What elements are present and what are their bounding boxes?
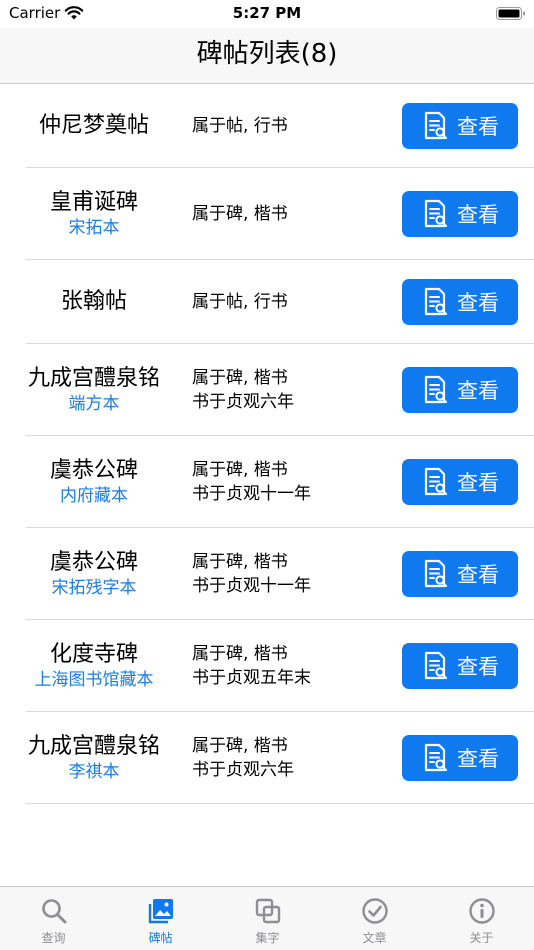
view-button[interactable]: 查看 bbox=[402, 551, 518, 597]
edition-label: 宋拓残字本 bbox=[51, 578, 137, 598]
type-style-text: 属于帖, 行书 bbox=[192, 292, 288, 312]
info-column: 属于碑, 楷书 书于贞观六年 bbox=[192, 712, 294, 804]
collage-icon bbox=[255, 898, 280, 924]
inscription-title: 化度寺碑 bbox=[49, 642, 138, 667]
tab-bar: 查询 碑帖 集字 文章 关于 bbox=[0, 886, 534, 950]
date-text: 书于贞观五年末 bbox=[192, 668, 311, 688]
edition-label: 上海图书馆藏本 bbox=[34, 670, 154, 690]
status-time: 5:27 PM bbox=[232, 4, 302, 22]
view-button-label: 查看 bbox=[457, 203, 499, 227]
document-search-icon bbox=[424, 375, 448, 404]
tab-about[interactable]: 关于 bbox=[428, 887, 534, 950]
view-button[interactable]: 查看 bbox=[402, 459, 518, 505]
tab-label: 集字 bbox=[255, 931, 280, 945]
info-column: 属于帖, 行书 bbox=[192, 260, 288, 344]
view-button[interactable]: 查看 bbox=[402, 643, 518, 689]
edition-label: 内府藏本 bbox=[60, 486, 128, 506]
view-button-label: 查看 bbox=[457, 379, 499, 403]
list-item[interactable]: 九成宫醴泉铭 端方本 属于碑, 楷书 书于贞观六年 查看 bbox=[0, 344, 534, 436]
type-style-text: 属于碑, 楷书 bbox=[192, 552, 288, 572]
info-column: 属于碑, 楷书书于贞观十一年 bbox=[192, 436, 311, 528]
document-search-icon bbox=[424, 287, 448, 316]
tab-label: 查询 bbox=[41, 931, 66, 945]
battery-icon bbox=[496, 7, 525, 20]
document-search-icon bbox=[424, 559, 448, 588]
photo-icon bbox=[148, 899, 173, 924]
name-column: 皇甫诞碑 宋拓本 bbox=[0, 168, 188, 260]
type-style-text: 属于碑, 楷书 bbox=[192, 736, 288, 756]
name-column: 化度寺碑上海图书馆藏本 bbox=[0, 620, 188, 712]
list-item[interactable]: 张翰帖 属于帖, 行书 查看 bbox=[0, 260, 534, 344]
view-button[interactable]: 查看 bbox=[402, 279, 518, 325]
info-column: 属于碑, 楷书书于贞观五年末 bbox=[192, 620, 311, 712]
date-text: 书于贞观六年 bbox=[192, 392, 294, 412]
name-column: 仲尼梦奠帖 bbox=[0, 84, 188, 168]
tab-label: 碑帖 bbox=[148, 931, 173, 945]
view-button[interactable]: 查看 bbox=[402, 735, 518, 781]
date-text: 书于贞观十一年 bbox=[192, 576, 311, 596]
tab-search[interactable]: 查询 bbox=[0, 887, 107, 950]
tab-label: 关于 bbox=[469, 931, 494, 945]
date-text: 书于贞观六年 bbox=[192, 760, 294, 780]
tab-label: 文章 bbox=[362, 931, 387, 945]
view-button-label: 查看 bbox=[457, 291, 499, 315]
edition-label: 李祺本 bbox=[68, 762, 120, 782]
type-style-text: 属于帖, 行书 bbox=[192, 116, 288, 136]
list-item[interactable]: 仲尼梦奠帖 属于帖, 行书 查看 bbox=[0, 84, 534, 168]
edition-label: 宋拓本 bbox=[68, 218, 120, 238]
inscription-title: 仲尼梦奠帖 bbox=[38, 113, 149, 138]
name-column: 虞恭公碑 宋拓残字本 bbox=[0, 528, 188, 620]
row-divider bbox=[26, 803, 534, 804]
info-column: 属于碑, 楷书 bbox=[192, 168, 288, 260]
list-item[interactable]: 皇甫诞碑 宋拓本 属于碑, 楷书 查看 bbox=[0, 168, 534, 260]
tab-collect-characters[interactable]: 集字 bbox=[214, 887, 321, 950]
list-item[interactable]: 化度寺碑 上海图书馆藏本 属于碑, 楷书 书于贞观五年末 查看 bbox=[0, 620, 534, 712]
inscription-title: 虞恭公碑 bbox=[49, 458, 138, 483]
view-button[interactable]: 查看 bbox=[402, 191, 518, 237]
status-bar: Carrier 5:27 PM bbox=[0, 0, 534, 28]
search-icon bbox=[41, 899, 66, 924]
list-item[interactable]: 九成宫醴泉铭 李祺本 属于碑, 楷书 书于贞观六年 查看 bbox=[0, 712, 534, 804]
document-search-icon bbox=[424, 651, 448, 680]
inscription-title: 张翰帖 bbox=[60, 289, 127, 314]
edition-label: 端方本 bbox=[68, 394, 120, 414]
info-column: 属于帖, 行书 bbox=[192, 84, 288, 168]
document-search-icon bbox=[424, 743, 448, 772]
page-title: 碑帖列表(8) bbox=[196, 39, 338, 69]
name-column: 张翰帖 bbox=[0, 260, 188, 344]
tab-inscriptions[interactable]: 碑帖 bbox=[107, 887, 214, 950]
inscription-title: 虞恭公碑 bbox=[49, 550, 138, 575]
navigation-bar: 碑帖列表(8) bbox=[0, 28, 534, 84]
info-column: 属于碑, 楷书书于贞观十一年 bbox=[192, 528, 311, 620]
view-button-label: 查看 bbox=[457, 471, 499, 495]
view-button-label: 查看 bbox=[457, 747, 499, 771]
type-style-text: 属于碑, 楷书 bbox=[192, 368, 288, 388]
inscription-list[interactable]: 仲尼梦奠帖 属于帖, 行书 查看 皇甫诞碑 宋拓本 属于碑, 楷书 查看 张翰帖 属于帖, 行书… bbox=[0, 84, 534, 804]
date-text: 书于贞观十一年 bbox=[192, 484, 311, 504]
list-item[interactable]: 虞恭公碑 宋拓残字本 属于碑, 楷书 书于贞观十一年 查看 bbox=[0, 528, 534, 620]
inscription-title: 九成宫醴泉铭 bbox=[27, 366, 160, 391]
tab-articles[interactable]: 文章 bbox=[321, 887, 428, 950]
document-search-icon bbox=[424, 199, 448, 228]
name-column: 虞恭公碑 内府藏本 bbox=[0, 436, 188, 528]
name-column: 九成宫醴泉铭 李祺本 bbox=[0, 712, 188, 804]
info-circle-icon bbox=[468, 898, 495, 924]
document-search-icon bbox=[424, 111, 448, 140]
view-button[interactable]: 查看 bbox=[402, 367, 518, 413]
list-item[interactable]: 虞恭公碑 内府藏本 属于碑, 楷书 书于贞观十一年 查看 bbox=[0, 436, 534, 528]
inscription-title: 皇甫诞碑 bbox=[49, 190, 138, 215]
type-style-text: 属于碑, 楷书 bbox=[192, 460, 288, 480]
type-style-text: 属于碑, 楷书 bbox=[192, 204, 288, 224]
inscription-title: 九成宫醴泉铭 bbox=[27, 734, 160, 759]
type-style-text: 属于碑, 楷书 bbox=[192, 644, 288, 664]
view-button-label: 查看 bbox=[457, 563, 499, 587]
checkmark-circle-icon bbox=[361, 898, 388, 924]
document-search-icon bbox=[424, 467, 448, 496]
view-button-label: 查看 bbox=[457, 655, 499, 679]
name-column: 九成宫醴泉铭 端方本 bbox=[0, 344, 188, 436]
view-button[interactable]: 查看 bbox=[402, 103, 518, 149]
view-button-label: 查看 bbox=[457, 115, 499, 139]
info-column: 属于碑, 楷书 书于贞观六年 bbox=[192, 344, 294, 436]
